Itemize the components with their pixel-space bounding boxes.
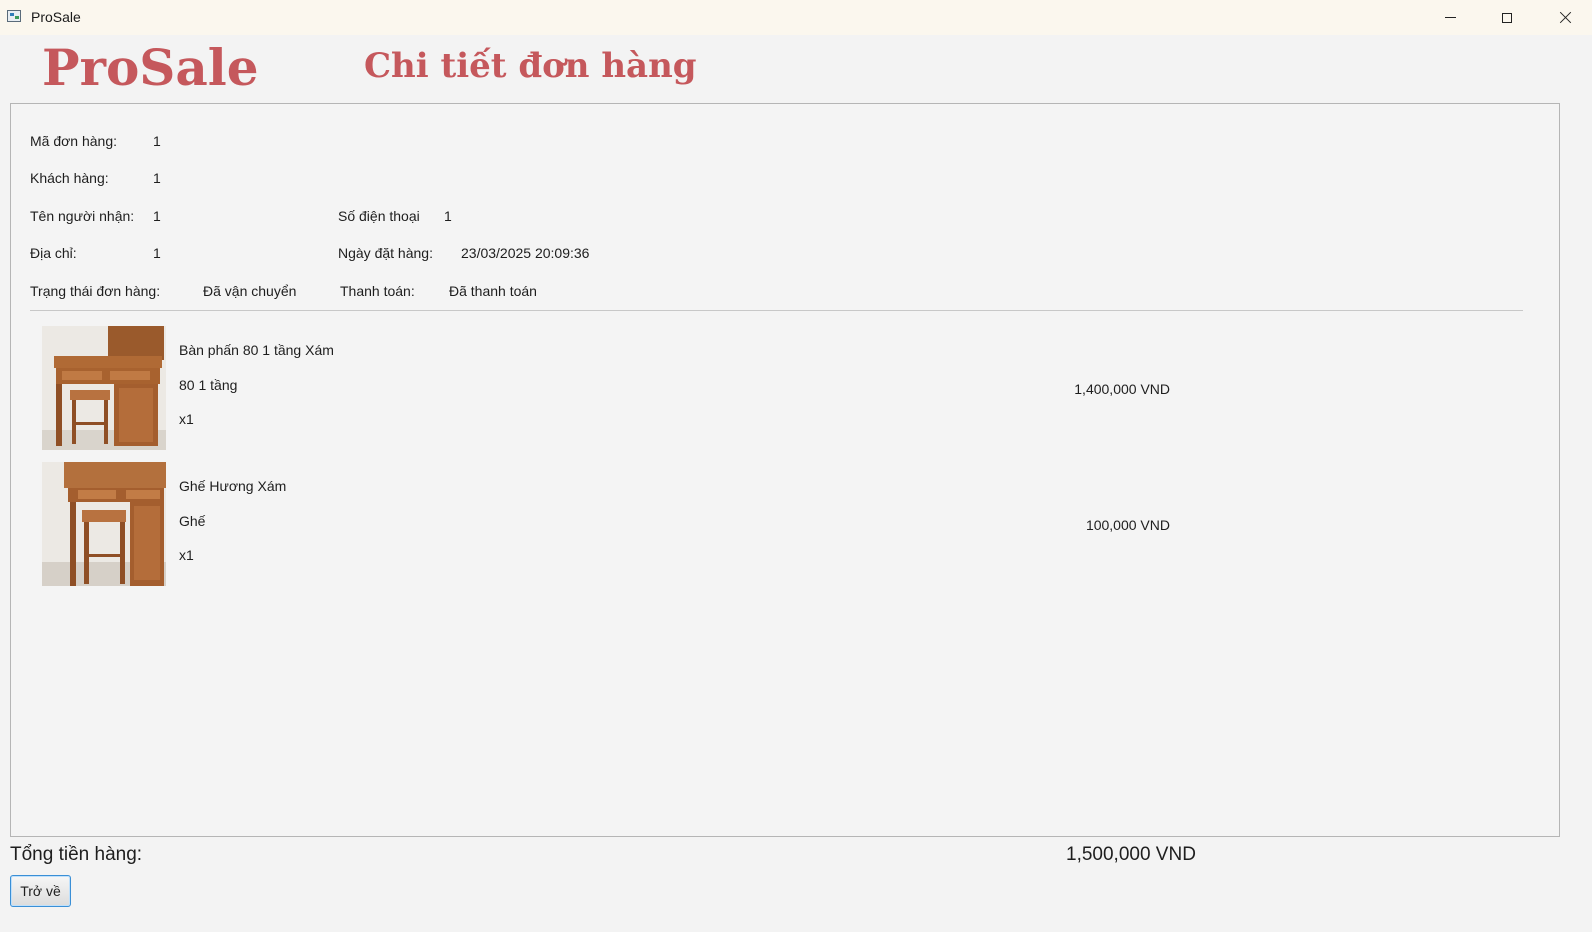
total-value: 1,500,000 VND	[1066, 844, 1196, 865]
item-price: 1,400,000 VND	[1074, 381, 1170, 397]
customer-label: Khách hàng:	[30, 170, 109, 186]
item-price: 100,000 VND	[1085, 517, 1170, 533]
close-button[interactable]	[1536, 0, 1592, 35]
product-image	[42, 326, 166, 450]
item-name: Ghế Hương Xám	[179, 478, 287, 494]
recipient-label: Tên người nhận:	[30, 208, 135, 224]
maximize-button[interactable]	[1478, 0, 1536, 35]
page-title: Chi tiết đơn hàng	[364, 46, 697, 86]
product-image	[42, 462, 166, 586]
close-icon	[1559, 11, 1572, 24]
status-value: Đã vận chuyển	[203, 283, 297, 299]
order-id-label: Mã đơn hàng:	[30, 133, 118, 149]
divider	[30, 310, 1523, 311]
back-button[interactable]: Trở về	[10, 875, 71, 907]
app-icon	[7, 10, 21, 22]
payment-label: Thanh toán:	[340, 283, 415, 299]
address-value: 1	[153, 245, 161, 261]
address-label: Địa chỉ:	[30, 245, 77, 261]
order-date-value: 23/03/2025 20:09:36	[461, 245, 590, 261]
maximize-icon	[1502, 12, 1512, 23]
brand-logo-text: ProSale	[42, 38, 259, 97]
minimize-icon	[1444, 17, 1456, 18]
phone-value: 1	[444, 208, 452, 224]
item-name: Bàn phấn 80 1 tầng Xám	[179, 342, 334, 358]
item-variant: 80 1 tầng	[179, 377, 238, 393]
status-label: Trạng thái đơn hàng:	[30, 283, 161, 299]
payment-value: Đã thanh toán	[449, 283, 537, 299]
total-label: Tổng tiền hàng:	[10, 844, 143, 865]
order-item: Ghế Hương Xám Ghế x1 100,000 VND	[42, 462, 1542, 586]
recipient-value: 1	[153, 208, 161, 224]
item-quantity: x1	[179, 547, 194, 563]
phone-label: Số điện thoại	[338, 208, 420, 224]
minimize-button[interactable]	[1421, 0, 1479, 35]
order-id-value: 1	[153, 133, 161, 149]
window-title: ProSale	[31, 9, 81, 25]
order-date-label: Ngày đặt hàng:	[338, 245, 433, 261]
window-titlebar: ProSale	[0, 0, 1592, 35]
customer-value: 1	[153, 170, 161, 186]
item-variant: Ghế	[179, 513, 206, 529]
order-detail-panel: Mã đơn hàng: 1 Khách hàng: 1 Tên người n…	[10, 103, 1560, 837]
order-item: Bàn phấn 80 1 tầng Xám 80 1 tầng x1 1,40…	[42, 326, 1542, 450]
item-quantity: x1	[179, 411, 194, 427]
